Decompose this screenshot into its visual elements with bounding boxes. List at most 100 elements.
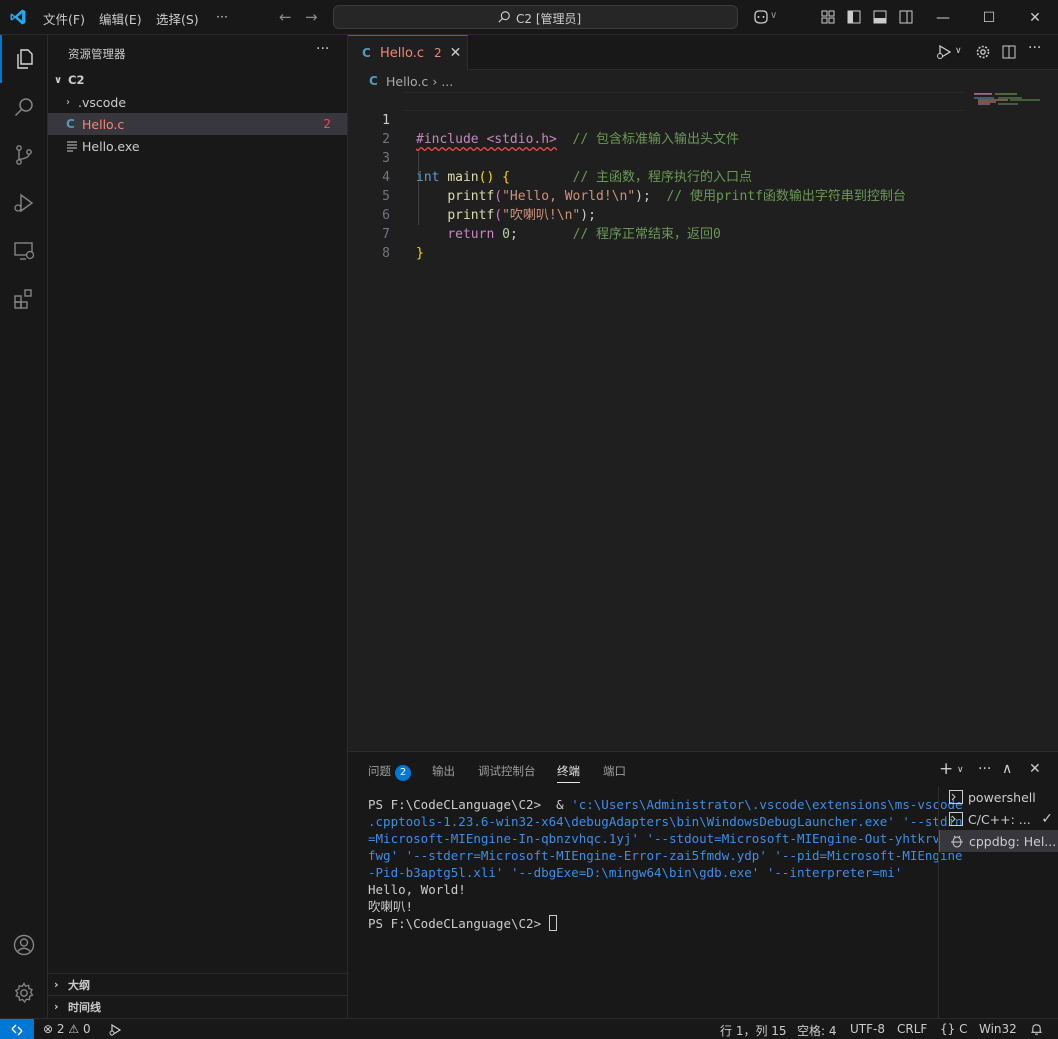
- terminal-item-cpp[interactable]: C/C++: ... ✓: [939, 808, 1058, 830]
- code-editor[interactable]: 1 #include <stdio.h> // 包含标准输入输出头文件 2 3 …: [348, 92, 1058, 751]
- notifications-bell-icon[interactable]: [1030, 1023, 1043, 1036]
- code-line-8: 8: [348, 225, 968, 261]
- breadcrumb-symbol[interactable]: ...: [441, 74, 453, 89]
- title-bar: 文件(F) 编辑(E) 选择(S) ··· ← → C2 [管理员] ∨ — ☐…: [0, 0, 1058, 35]
- code-brace: }: [416, 246, 424, 261]
- terminal-line: -Pid-b3aptg5l.xli' '--dbgExe=D:\mingw64\…: [368, 865, 903, 880]
- tab-output[interactable]: 输出: [432, 763, 455, 779]
- new-terminal-button[interactable]: +: [939, 759, 953, 779]
- warning-icon: ⚠: [68, 1022, 80, 1036]
- c-file-icon: C: [66, 117, 75, 131]
- maximize-button[interactable]: ☐: [966, 0, 1012, 35]
- run-debug-button[interactable]: [0, 179, 48, 227]
- settings-gear-icon[interactable]: [975, 44, 991, 60]
- breadcrumb-file[interactable]: Hello.c: [386, 74, 428, 89]
- breadcrumb-separator: ›: [432, 73, 438, 89]
- gear-icon: [14, 982, 34, 1004]
- tab-debug-console[interactable]: 调试控制台: [478, 763, 536, 779]
- debug-launch-icon[interactable]: [108, 1023, 122, 1037]
- encoding-status[interactable]: UTF-8: [850, 1022, 885, 1036]
- copilot-chevron-icon[interactable]: ∨: [770, 10, 777, 21]
- cursor-position[interactable]: 行 1，列 15: [720, 1022, 787, 1039]
- manage-button[interactable]: [0, 969, 48, 1017]
- tab-close-button[interactable]: ✕: [450, 45, 462, 61]
- tree-item-label: .vscode: [78, 94, 127, 110]
- activity-bar: [0, 35, 48, 1018]
- tab-problems[interactable]: 问题 2: [368, 763, 411, 781]
- account-icon: [13, 934, 35, 956]
- explorer-sidebar: 资源管理器 ··· ∨ C2 › .vscode C Hello.c 2 Hel…: [48, 35, 348, 1018]
- code-line-5: 5 printf("吹喇叭!\n");: [348, 168, 968, 223]
- platform-status[interactable]: Win32: [979, 1022, 1017, 1036]
- terminal-profiles-chevron-icon[interactable]: ∨: [957, 765, 964, 775]
- tab-problem-count: 2: [434, 46, 442, 60]
- code-line-1: 1 #include <stdio.h> // 包含标准输入输出头文件: [348, 92, 968, 147]
- explorer-button[interactable]: [0, 35, 48, 83]
- problems-status[interactable]: ⊗ 2 ⚠ 0: [43, 1022, 91, 1036]
- source-control-button[interactable]: [0, 131, 48, 179]
- remote-explorer-button[interactable]: [0, 227, 48, 275]
- menu-file[interactable]: 文件(F): [43, 9, 85, 28]
- tree-item-vscode-folder[interactable]: › .vscode: [48, 91, 347, 113]
- customize-layout-icon[interactable]: [820, 9, 836, 25]
- indentation-status[interactable]: 空格: 4: [797, 1022, 837, 1039]
- terminal-line: =Microsoft-MIEngine-In-qbnzvhqc.1yj' '--…: [368, 831, 963, 846]
- explorer-more-actions-button[interactable]: ···: [316, 41, 329, 57]
- editor-tabs: C Hello.c 2 ✕ ∨ ···: [348, 35, 1058, 70]
- command-center-search[interactable]: C2 [管理员]: [333, 5, 738, 29]
- menu-more[interactable]: ···: [216, 9, 228, 24]
- chevron-down-icon: ∨: [54, 74, 63, 86]
- outline-section-label: 大纲: [68, 978, 90, 992]
- copilot-icon[interactable]: [752, 9, 770, 25]
- split-editor-icon[interactable]: [1001, 44, 1017, 60]
- terminal-prompt-line: PS F:\CodeCLanguage\C2>: [368, 915, 928, 932]
- back-arrow-icon[interactable]: ←: [279, 8, 292, 26]
- tree-item-label: Hello.exe: [82, 138, 140, 154]
- search-view-button[interactable]: [0, 83, 48, 131]
- terminal-item-cppdbg[interactable]: cppdbg: Hel...: [939, 830, 1058, 852]
- run-debug-play-icon[interactable]: [936, 44, 952, 60]
- timeline-section[interactable]: › 时间线: [48, 995, 347, 1017]
- timeline-section-label: 时间线: [68, 1000, 101, 1014]
- terminal-icon: [949, 812, 963, 826]
- panel-more-actions-button[interactable]: ···: [978, 761, 991, 777]
- toggle-panel-icon[interactable]: [872, 9, 888, 25]
- files-icon: [17, 49, 33, 69]
- editor-more-actions-button[interactable]: ···: [1028, 40, 1041, 56]
- extensions-button[interactable]: [0, 275, 48, 323]
- toggle-secondary-sidebar-icon[interactable]: [898, 9, 914, 25]
- code-line-4: 4 printf("Hello, World!\n"); // 使用printf…: [348, 149, 968, 204]
- close-panel-icon[interactable]: ✕: [1029, 761, 1041, 777]
- accounts-button[interactable]: [0, 921, 48, 969]
- search-icon: [498, 11, 510, 23]
- terminal-line: 吹喇叭!: [368, 899, 414, 914]
- tab-hello-c[interactable]: C Hello.c 2 ✕: [348, 35, 468, 70]
- minimize-button[interactable]: —: [920, 0, 966, 35]
- tab-ports[interactable]: 端口: [603, 763, 626, 779]
- terminal-output[interactable]: PS F:\CodeCLanguage\C2> & 'c:\Users\Admi…: [368, 796, 963, 932]
- tree-item-hello-exe[interactable]: Hello.exe: [48, 135, 347, 157]
- minimap[interactable]: [970, 92, 1058, 132]
- file-lines-icon: [67, 141, 77, 152]
- tree-item-label: Hello.c: [82, 116, 125, 132]
- eol-status[interactable]: CRLF: [897, 1022, 927, 1036]
- workspace-root[interactable]: ∨ C2: [48, 69, 347, 91]
- terminal-icon: [949, 790, 963, 804]
- menu-selection[interactable]: 选择(S): [156, 9, 199, 28]
- forward-arrow-icon[interactable]: →: [305, 8, 318, 26]
- close-window-button[interactable]: ✕: [1012, 0, 1058, 35]
- outline-section[interactable]: › 大纲: [48, 973, 347, 995]
- toggle-primary-sidebar-icon[interactable]: [846, 9, 862, 25]
- tree-item-hello-c[interactable]: C Hello.c 2: [48, 113, 347, 135]
- run-chevron-icon[interactable]: ∨: [955, 46, 962, 62]
- maximize-panel-chevron-icon[interactable]: ∧: [1002, 761, 1012, 777]
- terminal-item-powershell[interactable]: powershell: [939, 786, 1058, 808]
- remote-indicator-button[interactable]: [0, 1019, 34, 1039]
- search-icon: [14, 98, 33, 117]
- vscode-logo-icon: [10, 9, 26, 25]
- language-mode[interactable]: {} C: [940, 1022, 967, 1036]
- breadcrumb: C Hello.c › ...: [348, 70, 1058, 92]
- tab-terminal[interactable]: 终端: [557, 763, 580, 783]
- code-line-6: 6 return 0; // 程序正常结束，返回0: [348, 187, 968, 242]
- menu-edit[interactable]: 编辑(E): [99, 9, 142, 28]
